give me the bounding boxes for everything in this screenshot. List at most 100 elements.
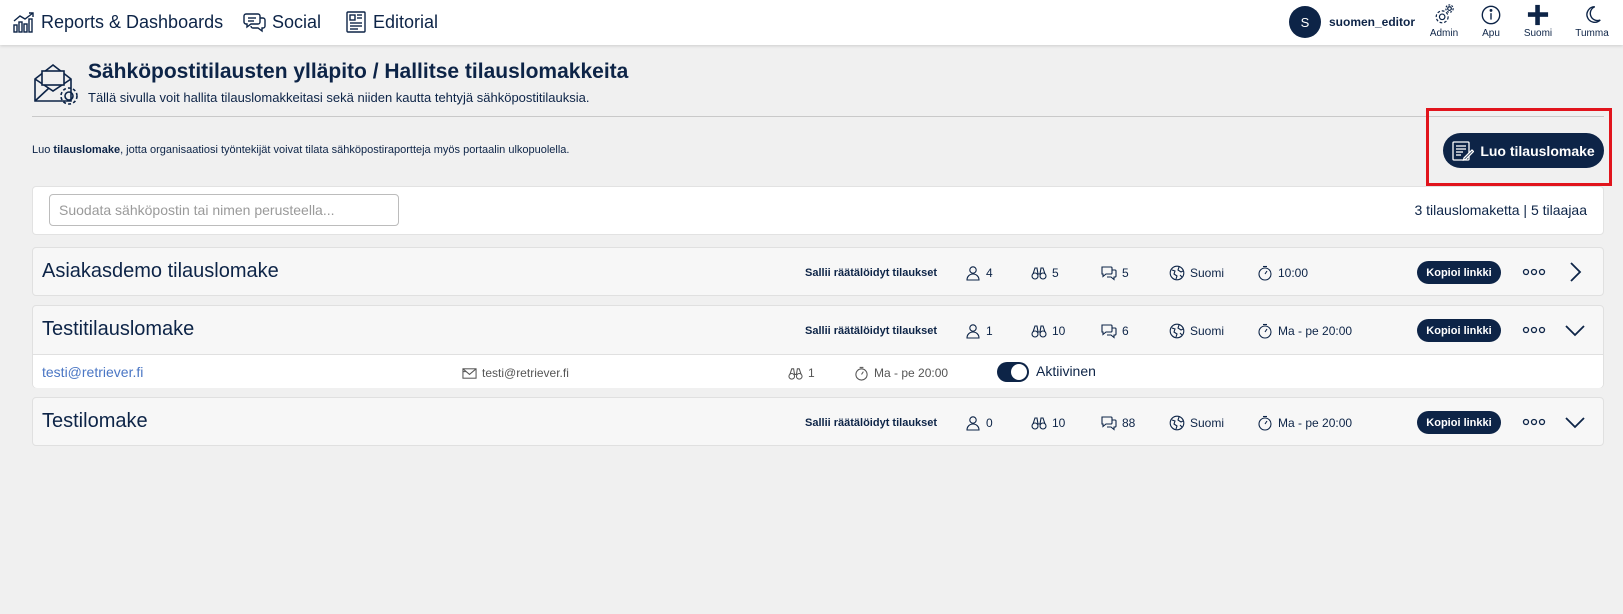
- bar-chart-icon: [13, 12, 34, 33]
- gear-icon: [1435, 4, 1454, 24]
- nav-social[interactable]: Social: [243, 9, 321, 35]
- nav-social-label: Social: [272, 11, 322, 32]
- stopwatch-icon: [1258, 265, 1272, 281]
- nav-reports-dashboards[interactable]: Reports & Dashboards: [12, 9, 223, 35]
- form-edit-icon: [1452, 140, 1475, 161]
- filter-bar: 3 tilauslomaketta | 5 tilaajaa: [32, 186, 1604, 235]
- more-options-icon[interactable]: [1522, 264, 1546, 280]
- chevron-right-icon[interactable]: [1563, 260, 1587, 284]
- subscribers-count: 4: [986, 266, 993, 280]
- language-label: Suomi: [1523, 28, 1553, 39]
- comments-count: 88: [1122, 416, 1136, 430]
- language-value: Suomi: [1190, 324, 1225, 338]
- schedule-value: Ma - pe 20:00: [1278, 324, 1353, 338]
- language-button[interactable]: Suomi: [1516, 4, 1560, 42]
- comments-icon: [1101, 416, 1117, 431]
- searches-count: 10: [1052, 324, 1066, 338]
- info-icon: [1481, 5, 1501, 25]
- custom-orders-label: Sallii räätälöidyt tilaukset: [805, 267, 938, 279]
- summary-counts: 3 tilauslomaketta | 5 tilaajaa: [1414, 202, 1587, 218]
- subscriber-email-link[interactable]: testi@retriever.fi: [42, 364, 143, 380]
- dark-mode-label: Tumma: [1575, 28, 1609, 39]
- copy-link-button[interactable]: Kopioi linkki: [1417, 411, 1501, 434]
- stopwatch-icon: [1258, 323, 1272, 339]
- page-subtitle: Tällä sivulla voit hallita tilauslomakke…: [88, 90, 590, 105]
- comments-count: 6: [1122, 324, 1129, 338]
- subscriber-mail-stat: testi@retriever.fi: [462, 365, 569, 381]
- schedule-value: Ma - pe 20:00: [1278, 416, 1353, 430]
- dark-mode-button[interactable]: Tumma: [1570, 4, 1614, 42]
- finland-flag-icon: [1527, 4, 1549, 26]
- form-card-header[interactable]: Testilomake Sallii räätälöidyt tilaukset…: [33, 398, 1603, 446]
- schedule-stat: Ma - pe 20:00: [1257, 323, 1352, 339]
- searches-count: 5: [1052, 266, 1059, 280]
- subscribers-count: 0: [986, 416, 993, 430]
- intro-suffix: , jotta organisaatiosi työntekijät voiva…: [120, 144, 570, 156]
- binoculars-icon: [1031, 417, 1047, 430]
- comments-icon: [1101, 266, 1117, 281]
- admin-button[interactable]: Admin: [1422, 4, 1466, 42]
- chevron-down-icon[interactable]: [1563, 410, 1587, 434]
- form-card-header[interactable]: Testitilauslomake Sallii räätälöidyt til…: [33, 306, 1603, 354]
- moon-icon: [1586, 6, 1601, 24]
- create-form-button[interactable]: Luo tilauslomake: [1443, 133, 1604, 168]
- subscriber-searches-count: 1: [808, 366, 815, 380]
- searches-count: 10: [1052, 416, 1066, 430]
- binoculars-icon: [788, 367, 803, 380]
- copy-link-button[interactable]: Kopioi linkki: [1417, 319, 1501, 342]
- language-value: Suomi: [1190, 266, 1225, 280]
- admin-label: Admin: [1429, 28, 1459, 39]
- language-stat: Suomi: [1169, 323, 1224, 339]
- toggle-knob: [1011, 364, 1027, 380]
- active-toggle[interactable]: [997, 362, 1029, 382]
- language-value: Suomi: [1190, 416, 1225, 430]
- username: suomen_editor: [1329, 15, 1416, 29]
- nav-reports-label: Reports & Dashboards: [41, 11, 224, 32]
- form-card-header[interactable]: Asiakasdemo tilauslomake Sallii räätälöi…: [33, 248, 1603, 296]
- nav-editorial[interactable]: Editorial: [344, 9, 438, 35]
- comments-stat: 6: [1101, 323, 1129, 339]
- create-form-label: Luo tilauslomake: [1480, 142, 1595, 159]
- user-menu[interactable]: S suomen_editor: [1289, 6, 1415, 38]
- form-card: Testilomake Sallii räätälöidyt tilaukset…: [32, 397, 1604, 446]
- form-card: Testitilauslomake Sallii räätälöidyt til…: [32, 305, 1604, 388]
- binoculars-icon: [1031, 325, 1047, 338]
- subscriber-mail-value: testi@retriever.fi: [482, 366, 569, 380]
- binoculars-icon: [1031, 267, 1047, 280]
- chevron-down-icon[interactable]: [1563, 318, 1587, 342]
- more-options-icon[interactable]: [1522, 322, 1546, 338]
- newspaper-icon: [346, 11, 366, 33]
- envelope-icon: [462, 367, 477, 379]
- stopwatch-icon: [855, 366, 868, 381]
- nav-editorial-label: Editorial: [373, 11, 439, 32]
- globe-icon: [1169, 415, 1185, 431]
- intro-prefix: Luo: [32, 144, 54, 156]
- top-navigation-bar: Reports & Dashboards Social Editorial S …: [0, 0, 1623, 45]
- form-card: Asiakasdemo tilauslomake Sallii räätälöi…: [32, 247, 1604, 296]
- globe-icon: [1169, 323, 1185, 339]
- avatar: S: [1289, 6, 1321, 38]
- subscribers-count: 1: [986, 324, 993, 338]
- globe-icon: [1169, 265, 1185, 281]
- subscriber-schedule-value: Ma - pe 20:00: [874, 366, 949, 380]
- user-icon: [966, 266, 980, 281]
- help-label: Apu: [1482, 28, 1500, 39]
- help-button[interactable]: Apu: [1469, 4, 1513, 42]
- copy-link-button[interactable]: Kopioi linkki: [1417, 261, 1501, 284]
- custom-orders-label: Sallii räätälöidyt tilaukset: [805, 325, 938, 337]
- comments-count: 5: [1122, 266, 1129, 280]
- email-settings-icon: [34, 63, 78, 105]
- schedule-value: 10:00: [1278, 266, 1309, 280]
- user-icon: [966, 416, 980, 431]
- subscriber-row: testi@retriever.fi testi@retriever.fi 1 …: [33, 354, 1603, 388]
- schedule-stat: Ma - pe 20:00: [1257, 415, 1352, 431]
- language-stat: Suomi: [1169, 265, 1224, 281]
- searches-stat: 10: [1031, 415, 1065, 431]
- comments-stat: 5: [1101, 265, 1129, 281]
- more-options-icon[interactable]: [1522, 414, 1546, 430]
- subscriber-schedule-stat: Ma - pe 20:00: [854, 365, 948, 381]
- user-icon: [966, 324, 980, 339]
- schedule-stat: 10:00: [1257, 265, 1308, 281]
- page-title: Sähköpostitilausten ylläpito / Hallitse …: [88, 60, 629, 83]
- filter-input[interactable]: [49, 194, 399, 226]
